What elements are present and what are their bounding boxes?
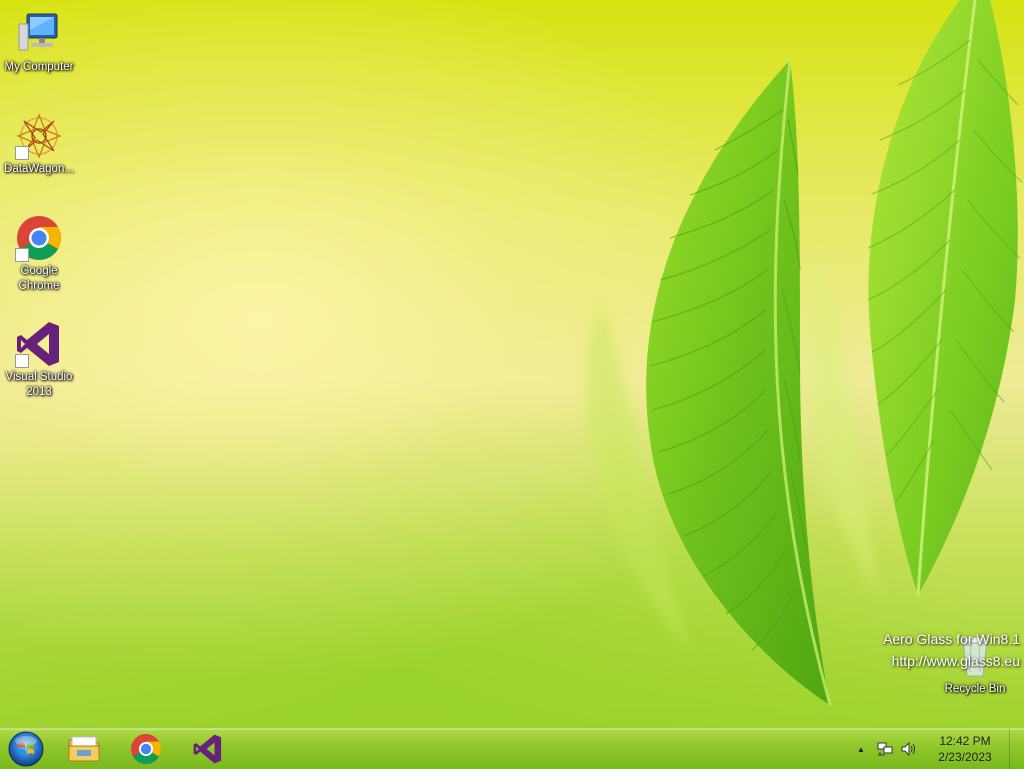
taskbar-file-explorer[interactable]: [60, 731, 108, 767]
watermark-line1: Aero Glass for Win8.1: [883, 631, 1020, 647]
taskbar: ▲ 12:42 PM 2/23/2023: [0, 728, 1024, 769]
aero-glass-watermark: Aero Glass for Win8.1 http://www.glass8.…: [883, 628, 1020, 672]
desktop-icon-datawagon[interactable]: DataWagon...: [0, 112, 78, 177]
desktop-icon-google-chrome[interactable]: Google Chrome: [0, 214, 78, 294]
watermark-line2: http://www.glass8.eu: [891, 653, 1020, 669]
clock-date: 2/23/2023: [938, 750, 992, 764]
network-tray-button[interactable]: [873, 729, 897, 769]
taskbar-chrome[interactable]: [122, 731, 170, 767]
visual-studio-icon: [193, 734, 222, 764]
icon-label: My Computer: [4, 61, 74, 73]
chrome-icon: [131, 734, 162, 765]
start-orb-icon: [8, 731, 44, 767]
computer-icon: [13, 10, 65, 58]
icon-label: Google Chrome: [18, 265, 60, 292]
network-icon: [877, 742, 893, 756]
chevron-up-icon: ▲: [857, 744, 865, 754]
system-tray: ▲ 12:42 PM 2/23/2023: [849, 729, 1024, 769]
volume-tray-button[interactable]: [897, 729, 921, 769]
show-desktop-button[interactable]: [1009, 729, 1024, 769]
shortcut-arrow-icon: [15, 354, 29, 368]
desktop[interactable]: My Computer DataWagon... Google Chrome V…: [0, 0, 1024, 728]
start-button[interactable]: [2, 731, 50, 767]
clock-time: 12:42 PM: [939, 734, 991, 748]
desktop-icon-visual-studio[interactable]: Visual Studio 2013: [0, 320, 78, 400]
chrome-icon: [13, 214, 65, 262]
icon-label: Visual Studio 2013: [5, 371, 73, 398]
wallpaper-leaves: [585, 0, 1023, 706]
taskbar-visual-studio[interactable]: [184, 731, 232, 767]
volume-icon: [901, 742, 915, 756]
file-explorer-icon: [68, 736, 100, 762]
datawagon-icon: [13, 112, 65, 160]
shortcut-arrow-icon: [15, 146, 29, 160]
desktop-icon-my-computer[interactable]: My Computer: [0, 10, 78, 75]
icon-label: DataWagon...: [4, 163, 74, 175]
visual-studio-icon: [13, 320, 65, 368]
shortcut-arrow-icon: [15, 248, 29, 262]
show-hidden-icons-button[interactable]: ▲: [849, 729, 873, 769]
taskbar-clock[interactable]: 12:42 PM 2/23/2023: [921, 733, 1009, 765]
icon-label: Recycle Bin: [944, 683, 1006, 695]
